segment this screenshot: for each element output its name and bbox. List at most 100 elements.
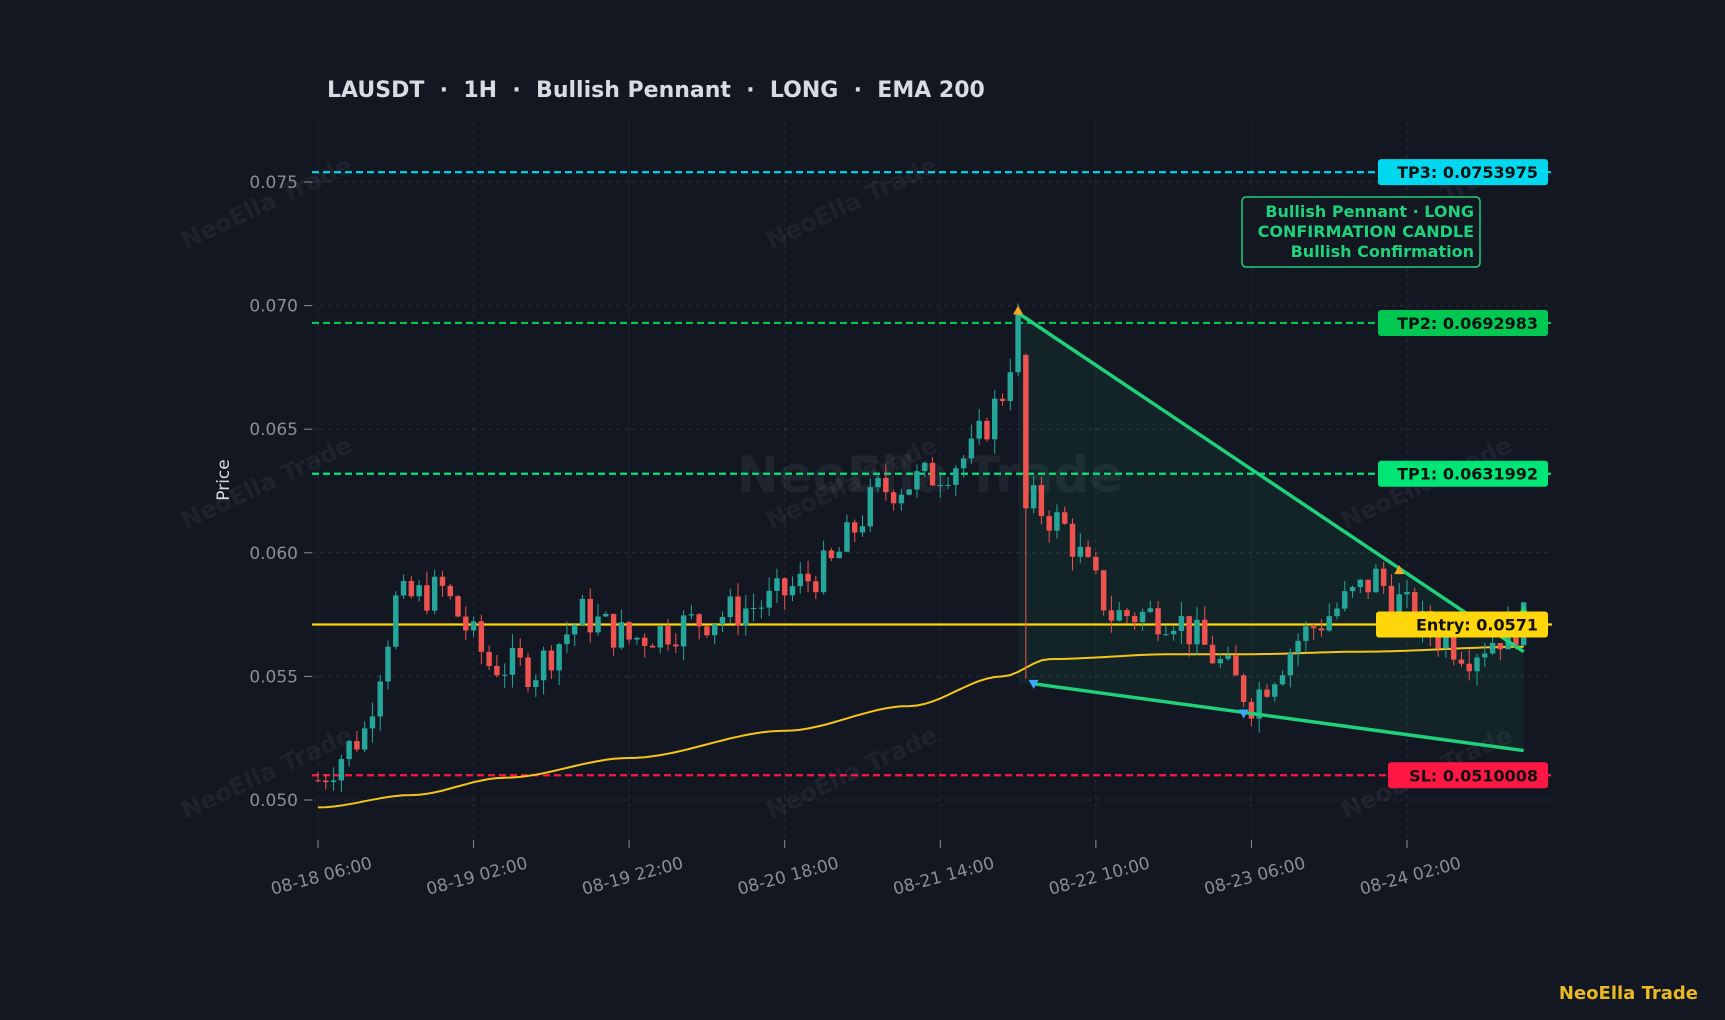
candle-bullish	[618, 622, 625, 648]
candle-bullish	[774, 578, 780, 591]
candle-bearish	[890, 492, 897, 504]
candle-bearish	[424, 585, 430, 611]
candle-bearish	[1132, 616, 1138, 623]
tp2-label: TP2: 0.0692983	[1397, 314, 1538, 333]
candle-bearish	[1380, 568, 1387, 586]
candle-bullish	[393, 595, 399, 647]
candle-bullish	[1272, 684, 1278, 697]
y-tick-label: 0.050	[249, 791, 298, 811]
candle-bullish	[1474, 657, 1480, 672]
candle-bearish	[439, 576, 446, 586]
candle-bullish	[509, 647, 516, 675]
candle-bullish	[743, 608, 749, 626]
candle-bullish	[797, 573, 803, 587]
candle-bullish	[1194, 619, 1200, 645]
candle-bearish	[665, 626, 671, 645]
candle-bullish	[711, 624, 718, 636]
candle-bullish	[844, 522, 850, 552]
candle-bullish	[859, 526, 866, 533]
candle-bullish	[330, 780, 337, 783]
candle-bullish	[727, 596, 733, 617]
candle-bullish	[914, 471, 920, 490]
candle-bearish	[673, 644, 679, 647]
candle-bullish	[501, 674, 508, 676]
candle-bearish	[1186, 616, 1192, 645]
candle-bearish	[696, 614, 702, 627]
candle-bearish	[626, 622, 632, 640]
candle-bearish	[641, 637, 648, 646]
candle-bearish	[1046, 516, 1052, 531]
candle-bearish	[315, 780, 321, 782]
candle-bearish	[525, 657, 531, 687]
candle-bearish	[1388, 585, 1395, 614]
candle-bearish	[1202, 619, 1208, 645]
candle-bullish	[1054, 512, 1060, 531]
candle-bearish	[517, 647, 523, 658]
candle-bearish	[828, 550, 835, 559]
candle-bearish	[1108, 610, 1115, 621]
candle-bullish	[361, 728, 368, 750]
chart-background	[0, 0, 1725, 1020]
candle-bearish	[704, 626, 710, 636]
candle-bearish	[1023, 355, 1029, 509]
candle-bullish	[1489, 643, 1496, 654]
candle-bearish	[805, 573, 811, 582]
candle-bearish	[1310, 626, 1317, 629]
candle-bearish	[478, 621, 485, 652]
y-tick-label: 0.055	[249, 667, 298, 687]
candlestick-chart: NeoElla Trade NeoElla TradeNeoElla Trade N…	[0, 0, 1725, 1020]
candle-bearish	[463, 616, 469, 631]
candle-bullish	[1295, 640, 1301, 654]
candle-bullish	[875, 477, 881, 488]
candle-bullish	[1342, 591, 1348, 609]
annotation-line: Bullish Confirmation	[1291, 242, 1474, 261]
candle-bearish	[1209, 644, 1216, 664]
candle-bearish	[323, 780, 329, 783]
annotation-line: CONFIRMATION CANDLE	[1258, 222, 1474, 241]
candle-bullish	[400, 580, 407, 596]
annotation-line: Bullish Pennant · LONG	[1265, 202, 1474, 221]
candle-bearish	[447, 585, 453, 597]
y-axis-label: Price	[214, 459, 234, 500]
candle-bullish	[1030, 485, 1037, 509]
candle-bearish	[1085, 546, 1091, 557]
candle-bullish	[953, 468, 959, 485]
candle-bullish	[836, 551, 842, 559]
candle-bearish	[494, 665, 500, 676]
candle-bullish	[595, 616, 601, 633]
candle-bearish	[354, 741, 360, 750]
candle-bullish	[564, 634, 570, 645]
candle-bearish	[408, 580, 415, 597]
entry-label: Entry: 0.0571	[1416, 615, 1538, 634]
candle-bullish	[1007, 372, 1014, 401]
candle-bullish	[338, 759, 345, 781]
candle-bullish	[1147, 608, 1154, 612]
candle-bullish	[1178, 616, 1185, 631]
candle-bearish	[1069, 523, 1076, 557]
candle-bullish	[937, 485, 944, 487]
candle-bullish	[1139, 611, 1146, 623]
sl-label: SL: 0.0510008	[1409, 766, 1538, 785]
candle-bearish	[1062, 512, 1068, 524]
candle-bullish	[385, 646, 391, 682]
candle-bearish	[455, 596, 461, 617]
candle-bullish	[719, 616, 726, 625]
y-tick-label: 0.075	[249, 173, 298, 193]
candle-bullish	[540, 650, 547, 681]
candle-bullish	[571, 624, 578, 635]
candle-bearish	[587, 598, 593, 633]
candle-bearish	[1248, 701, 1255, 719]
candle-bullish	[470, 621, 477, 631]
candle-bearish	[1233, 655, 1239, 676]
tp1-label: TP1: 0.0631992	[1397, 465, 1538, 484]
candle-bearish	[1466, 663, 1472, 672]
y-tick-label: 0.065	[249, 420, 298, 440]
candle-bullish	[1443, 635, 1449, 649]
candle-bullish	[750, 608, 757, 610]
candle-bullish	[1373, 568, 1379, 593]
chart-container: NeoElla Trade NeoElla Trade NeoElla Trade N…	[0, 0, 1725, 1020]
pattern-annotation: Bullish Pennant · LONGCONFIRMATION CANDL…	[1241, 196, 1481, 268]
candle-bearish	[1450, 635, 1457, 660]
candle-bullish	[688, 614, 695, 616]
candle-bullish	[1396, 594, 1402, 614]
